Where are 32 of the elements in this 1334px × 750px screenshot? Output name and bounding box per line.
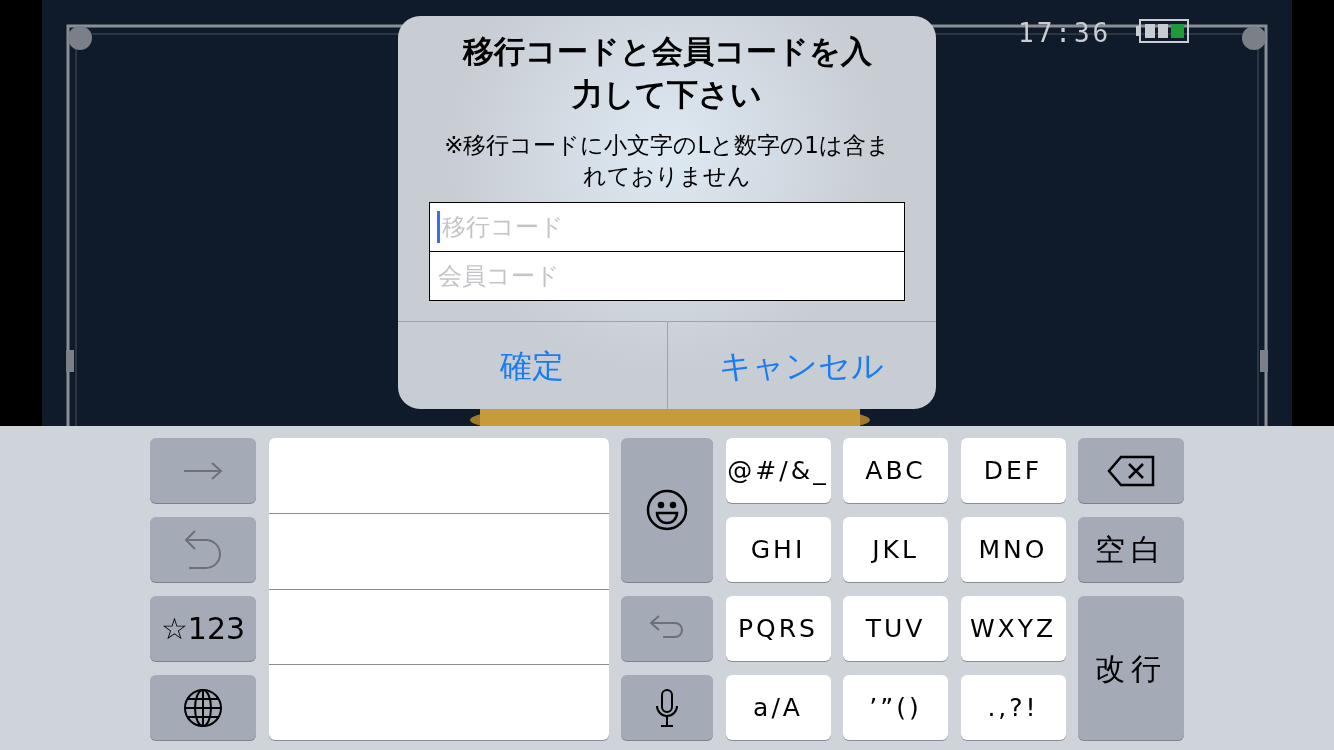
text-cursor	[437, 211, 440, 243]
letter-key[interactable]: @#/&_	[725, 438, 831, 503]
letter-key[interactable]: PQRS	[725, 596, 831, 661]
letter-key[interactable]: JKL	[843, 517, 948, 582]
dialog-title: 移行コードと会員コードを入力して下さい	[461, 32, 873, 114]
return-key[interactable]: 改行	[1078, 596, 1184, 740]
microphone-icon	[655, 687, 679, 728]
microphone-key[interactable]	[621, 675, 713, 740]
letter-key[interactable]: TUV	[843, 596, 948, 661]
undo-icon	[183, 527, 223, 572]
letter-key[interactable]: a/A	[725, 675, 831, 740]
text-field[interactable]: 会員コード	[429, 251, 905, 301]
smiley-icon	[646, 489, 688, 531]
right-arrow-icon	[182, 460, 224, 481]
letter-key[interactable]: ’”()	[843, 675, 948, 740]
globe-key[interactable]	[150, 675, 256, 740]
letter-key[interactable]: .,?!	[960, 675, 1066, 740]
text-field[interactable]: 移行コード	[429, 202, 905, 252]
space-key[interactable]: 空白	[1078, 517, 1184, 582]
letter-key[interactable]: GHI	[725, 517, 831, 582]
delete-icon	[1107, 454, 1155, 487]
letter-key[interactable]: MNO	[960, 517, 1066, 582]
letter-key[interactable]: ABC	[843, 438, 948, 503]
battery-icon	[1136, 19, 1190, 43]
emoji-key[interactable]	[621, 438, 713, 582]
letter-key[interactable]: DEF	[960, 438, 1066, 503]
clock-time: 17:36	[1018, 17, 1112, 50]
dialog-message: ※移行コードに小文字のLと数字の1は含まれておりません	[443, 131, 891, 191]
letter-key[interactable]: WXYZ	[960, 596, 1066, 661]
delete-key[interactable]	[1078, 438, 1184, 503]
globe-icon	[183, 687, 223, 728]
symbols-key[interactable]: ☆123	[150, 596, 256, 661]
